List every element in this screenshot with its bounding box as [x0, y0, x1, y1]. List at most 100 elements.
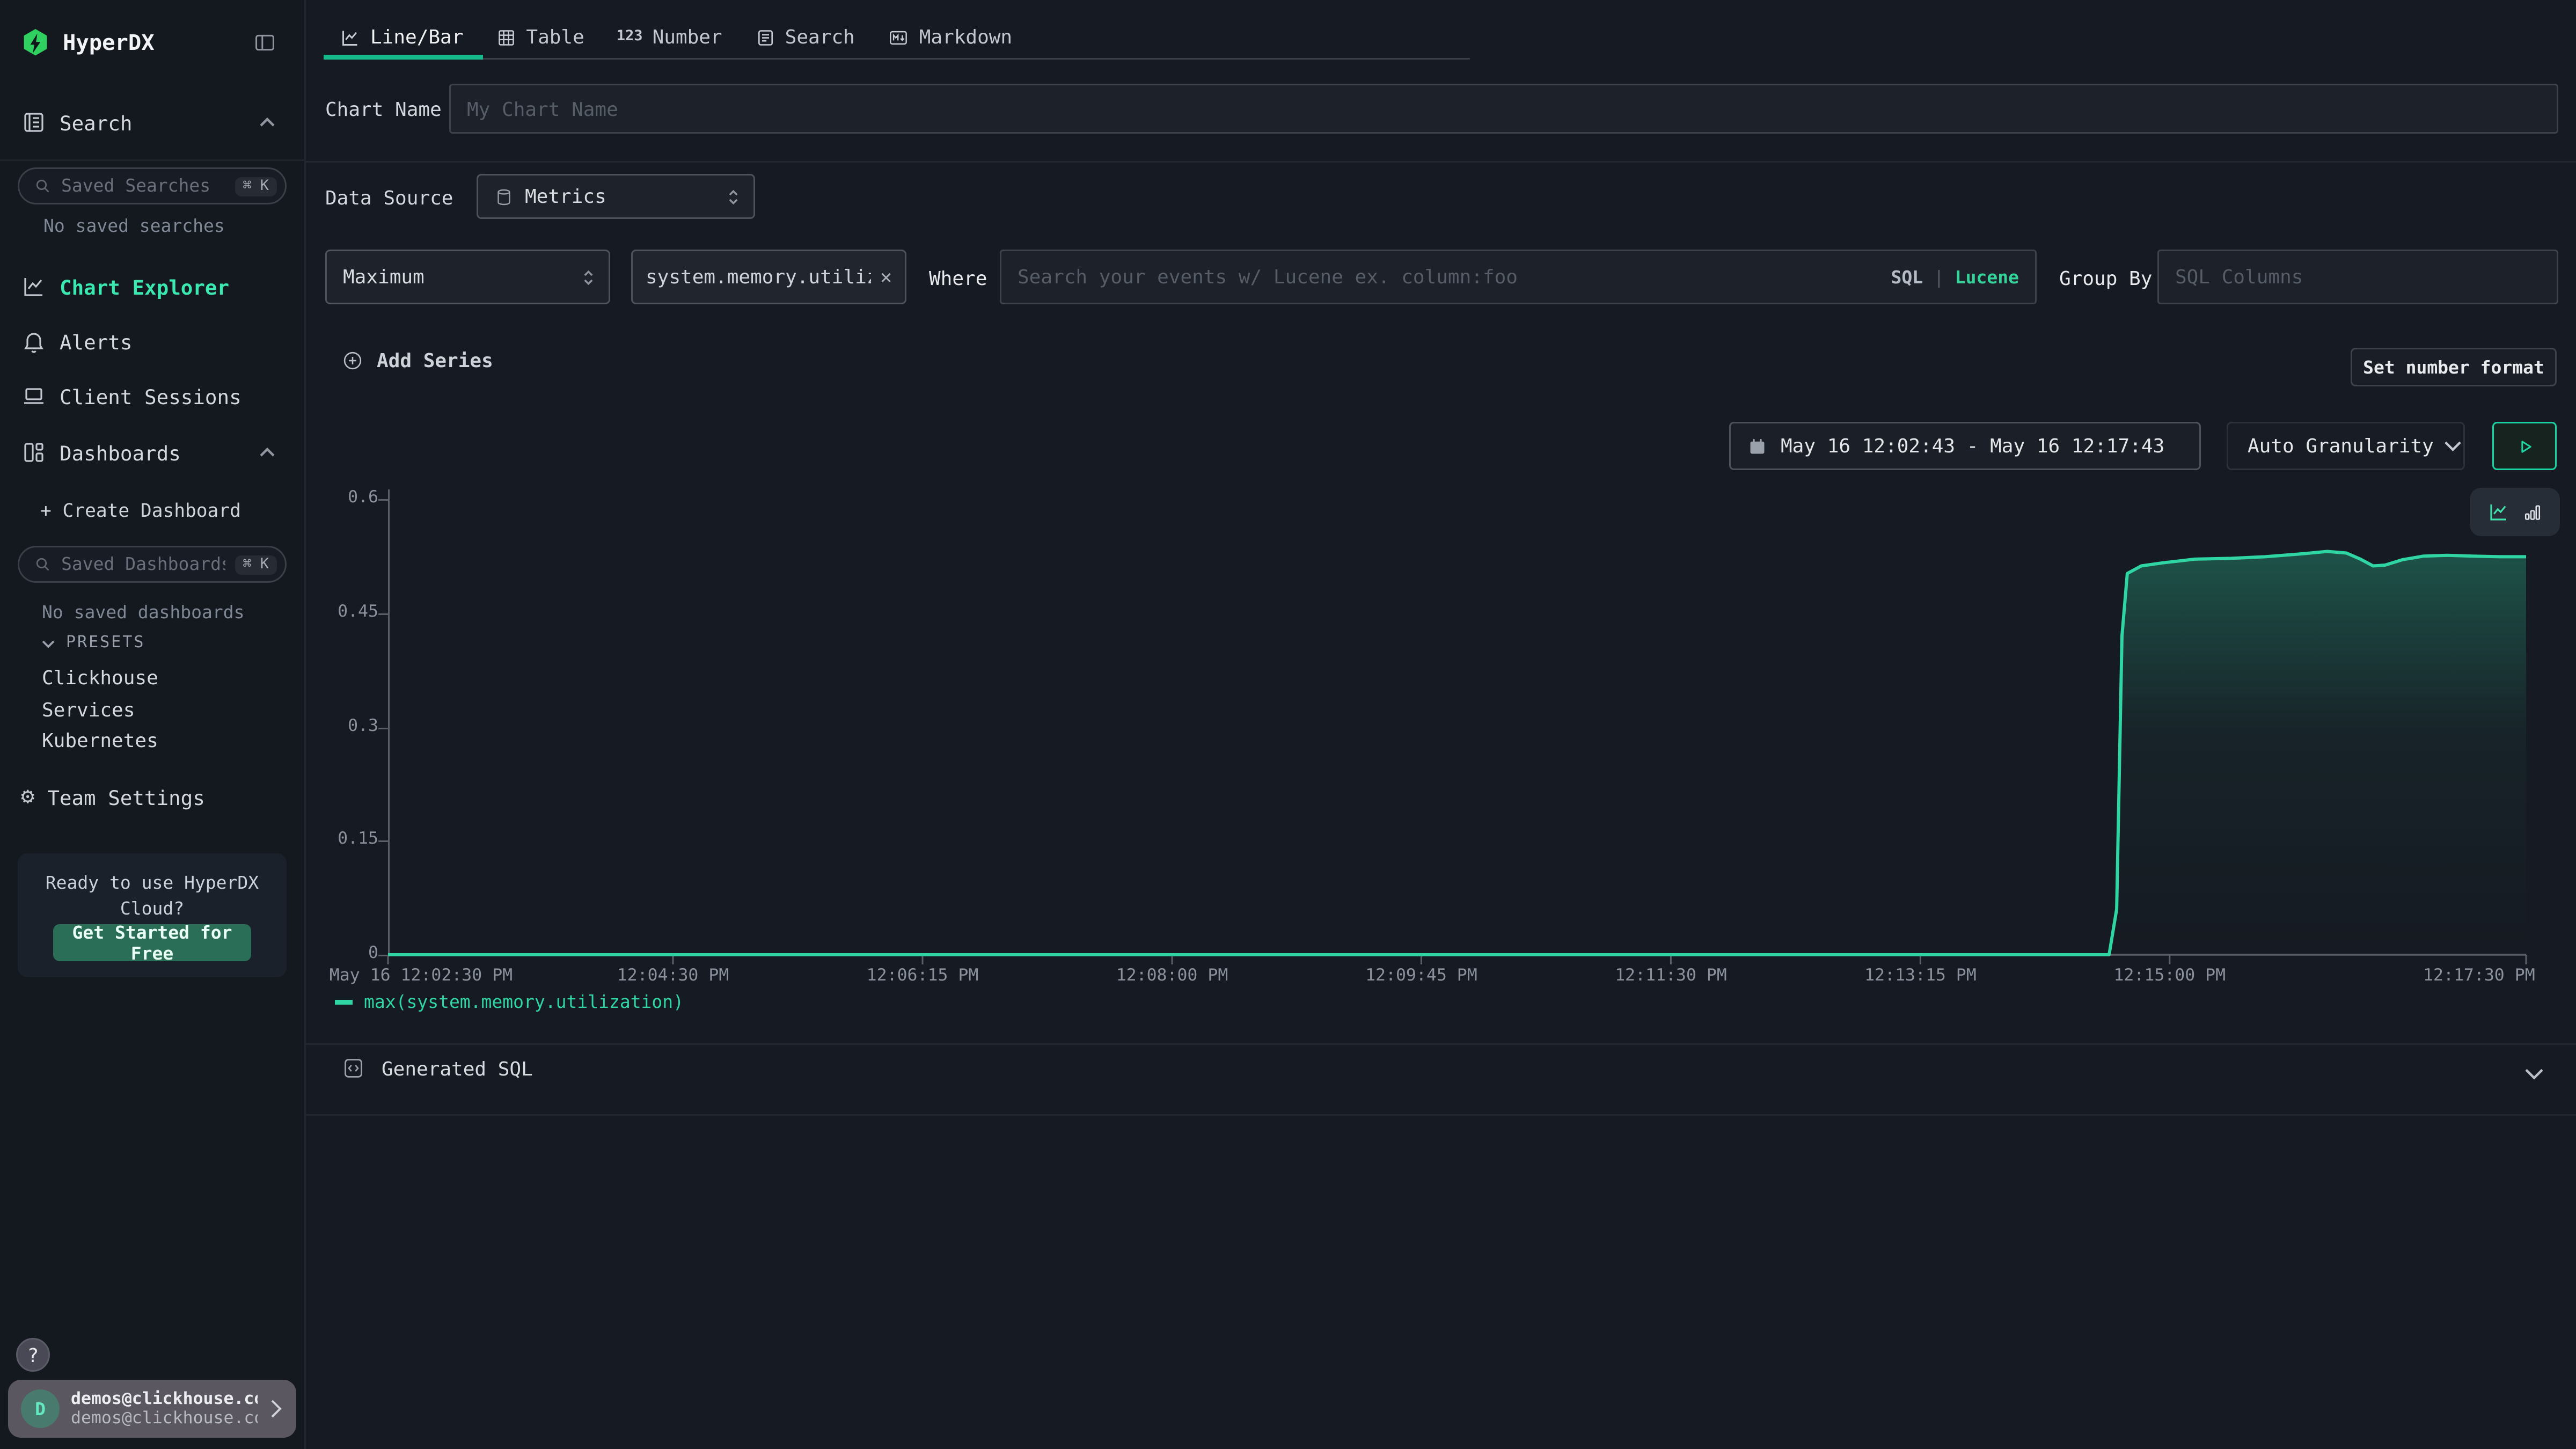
shortcut-badge: ⌘ K — [235, 177, 277, 196]
chart-legend[interactable]: max(system.memory.utilization) — [335, 992, 684, 1013]
data-source-value: Metrics — [525, 185, 606, 208]
sidebar-item-search[interactable]: Search — [21, 109, 132, 135]
cloud-promo-card: Ready to use HyperDX Cloud? Get Started … — [18, 853, 287, 977]
tab-number[interactable]: 123 Number — [601, 13, 738, 61]
set-number-format-button[interactable]: Set number format — [2351, 348, 2557, 386]
y-axis-tick-label: 0.45 — [311, 602, 378, 621]
tab-search[interactable]: Search — [738, 13, 871, 61]
where-filter: SQL | Lucene — [1000, 250, 2037, 304]
get-started-button[interactable]: Get Started for Free — [53, 924, 251, 961]
sql-toggle[interactable]: SQL — [1891, 267, 1923, 288]
data-source-select[interactable]: Metrics — [477, 174, 755, 219]
sidebar-item-alerts[interactable]: Alerts — [21, 328, 132, 354]
search-section-chevron-up-icon[interactable] — [258, 113, 277, 132]
tab-line-bar[interactable]: Line/Bar — [324, 13, 479, 61]
saved-dashboards-input[interactable]: Saved Dashboards ⌘ K — [18, 546, 287, 583]
search-icon — [34, 177, 52, 195]
generated-sql-label: Generated SQL — [382, 1057, 533, 1080]
group-by-input[interactable] — [2157, 250, 2558, 304]
legend-label: max(system.memory.utilization) — [364, 992, 684, 1013]
saved-searches-placeholder: Saved Searches — [61, 175, 225, 196]
no-saved-dashboards-text: No saved dashboards — [42, 602, 245, 623]
tab-table[interactable]: Table — [479, 13, 600, 61]
section-divider — [306, 161, 2576, 163]
sidebar-collapse-button[interactable] — [253, 31, 277, 55]
lucene-toggle[interactable]: Lucene — [1955, 267, 2019, 288]
series-area-fill — [388, 552, 2526, 955]
sidebar-item-team-settings[interactable]: ⚙ Team Settings — [21, 784, 205, 810]
no-saved-searches-text: No saved searches — [43, 216, 225, 237]
metric-field-chip[interactable]: system.memory.utiliza ✕ — [631, 250, 906, 304]
add-series-button[interactable]: Add Series — [341, 349, 493, 372]
sidebar-item-dashboards[interactable]: Dashboards — [21, 440, 181, 465]
legend-swatch — [335, 1000, 353, 1005]
x-axis-tick-label: 12:06:15 PM — [867, 966, 979, 985]
y-axis-tick — [378, 613, 388, 614]
x-axis-tick-label: 12:13:15 PM — [1864, 966, 1977, 985]
x-axis-tick-label: May 16 12:02:30 PM — [330, 966, 513, 985]
bell-icon — [21, 328, 47, 354]
user-email: demos@clickhouse.com — [71, 1389, 258, 1409]
y-axis-tick — [378, 727, 388, 729]
y-axis-tick — [378, 841, 388, 843]
chevron-down-icon[interactable] — [2524, 1067, 2544, 1080]
sidebar-divider — [0, 159, 306, 161]
group-by-label: Group By — [2059, 267, 2152, 290]
plus-circle-icon — [341, 349, 364, 372]
y-axis-tick — [378, 955, 388, 956]
tab-markdown[interactable]: Markdown — [871, 13, 1028, 61]
document-list-icon — [755, 27, 775, 48]
calendar-icon — [1747, 436, 1768, 457]
sidebar-item-client-sessions[interactable]: Client Sessions — [21, 383, 241, 409]
brand[interactable]: HyperDX — [21, 27, 155, 60]
help-button[interactable]: ? — [16, 1338, 50, 1372]
granularity-select[interactable]: Auto Granularity — [2227, 422, 2465, 470]
chart-name-label: Chart Name — [325, 98, 442, 121]
line-chart-icon — [340, 27, 361, 48]
preset-item-services[interactable]: Services — [42, 699, 135, 721]
saved-searches-input[interactable]: Saved Searches ⌘ K — [18, 167, 287, 204]
sidebar-item-label: Alerts — [60, 330, 132, 354]
search-icon — [34, 555, 52, 573]
generated-sql-toggle[interactable]: Generated SQL — [341, 1056, 533, 1080]
preset-item-clickhouse[interactable]: Clickhouse — [42, 667, 158, 689]
x-axis-tick-label: 12:04:30 PM — [617, 966, 729, 985]
date-range-picker[interactable]: May 16 12:02:43 - May 16 12:17:43 — [1729, 422, 2201, 470]
query-language-toggle[interactable]: SQL | Lucene — [1891, 267, 2019, 288]
data-source-label: Data Source — [325, 187, 453, 209]
hyperdx-logo-icon — [21, 27, 50, 60]
create-dashboard-button[interactable]: + Create Dashboard — [40, 499, 241, 522]
user-menu[interactable]: D demos@clickhouse.com demos@clickhouse.… — [8, 1380, 296, 1438]
x-axis-tick-label: 12:15:00 PM — [2113, 966, 2226, 985]
search-section-icon — [21, 109, 47, 135]
date-range-value: May 16 12:02:43 - May 16 12:17:43 — [1781, 435, 2164, 457]
brand-name: HyperDX — [63, 31, 155, 56]
run-query-button[interactable] — [2492, 422, 2557, 470]
dashboards-chevron-up-icon[interactable] — [258, 443, 277, 462]
number-123-icon: 123 — [617, 29, 643, 45]
y-axis-tick-label: 0.3 — [311, 716, 378, 735]
where-label: Where — [929, 267, 987, 290]
chart-name-input[interactable] — [449, 84, 2558, 134]
select-updown-icon — [581, 267, 596, 288]
y-axis-tick — [378, 499, 388, 501]
remove-metric-icon[interactable]: ✕ — [880, 266, 892, 288]
preset-item-kubernetes[interactable]: Kubernetes — [42, 729, 158, 752]
app-window: HyperDX Search Saved Searches ⌘ K No sav — [0, 0, 2576, 1449]
table-icon — [495, 27, 516, 48]
user-texts: demos@clickhouse.com demos@clickhouse.co… — [71, 1389, 258, 1428]
panel-collapse-icon — [253, 31, 277, 55]
aggregation-select[interactable]: Maximum — [325, 250, 610, 304]
user-org: demos@clickhouse.com's — [71, 1409, 258, 1428]
x-axis-tick-label: 12:17:30 PM — [2423, 966, 2535, 985]
time-series-plot[interactable] — [388, 483, 2526, 966]
presets-header[interactable]: PRESETS — [40, 634, 145, 652]
cloud-promo-text: Ready to use HyperDX Cloud? — [18, 853, 287, 923]
select-updown-icon — [726, 186, 741, 207]
y-axis-tick-label: 0 — [311, 943, 378, 963]
where-input[interactable] — [1018, 266, 1878, 288]
sidebar-item-chart-explorer[interactable]: Chart Explorer — [21, 274, 229, 299]
aggregation-value: Maximum — [343, 266, 425, 288]
chevron-down-icon — [40, 635, 56, 652]
x-axis-tick-label: 12:11:30 PM — [1615, 966, 1727, 985]
